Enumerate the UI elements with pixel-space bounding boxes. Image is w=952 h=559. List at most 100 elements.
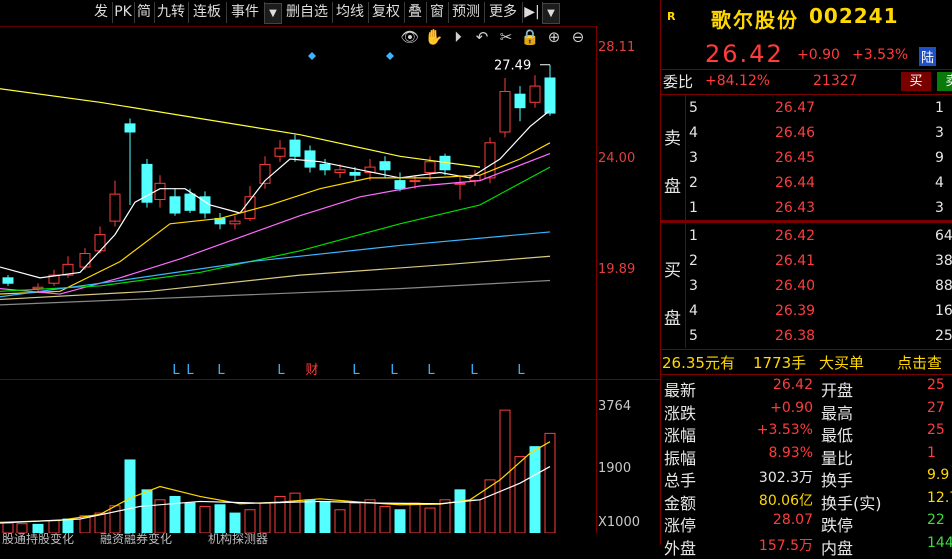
volume-bar — [16, 523, 28, 533]
bottom-tab[interactable]: 机构探测器 — [208, 533, 268, 545]
toolbar-button[interactable]: ▶| — [522, 2, 543, 23]
toolbar-button[interactable]: 窗 — [426, 2, 449, 23]
bid-price[interactable]: 26.39 — [775, 303, 815, 319]
bid-price[interactable]: 26.40 — [775, 278, 815, 294]
candle-body — [409, 180, 421, 183]
volume-bar — [319, 500, 331, 533]
bid-level: 1 — [689, 228, 698, 244]
ask-price[interactable]: 26.46 — [775, 125, 815, 141]
candle-body — [184, 193, 196, 211]
candle-body — [141, 163, 153, 203]
volume-axis-mid: 1900 — [598, 461, 632, 476]
chart-toolbar: 发 PK 简九转 连板 事件 ▼ 删自选 均线 复权叠窗预测 更多 ▶| ▼ — [0, 0, 596, 27]
toolbar-button[interactable]: PK — [112, 2, 135, 23]
volume-bar — [259, 502, 271, 533]
candle-body — [454, 182, 466, 185]
ask-price[interactable]: 26.47 — [775, 100, 815, 116]
volume-bar — [169, 495, 181, 533]
event-markers: LLLL财LLLLL — [172, 363, 525, 378]
event-marker: L — [427, 363, 435, 378]
toolbar-button[interactable]: 事件 — [226, 2, 265, 23]
ask-volume: 4 — [935, 175, 944, 191]
stat-value: 12.7 — [927, 489, 952, 506]
ask-volume: 9 — [935, 150, 944, 166]
sep-2 — [661, 94, 952, 95]
dropdown-arrow-icon[interactable]: ▼ — [264, 3, 282, 24]
candle-body — [319, 163, 331, 171]
bid-side-label: 盘 — [664, 309, 681, 329]
volume-bar — [484, 479, 496, 533]
ma30 — [0, 166, 551, 292]
price-axis-mid: 24.00 — [598, 151, 636, 166]
bottom-tab[interactable]: 股通持股变化 — [2, 533, 74, 545]
stat-value: 22 — [927, 512, 945, 528]
ask-level: 3 — [689, 150, 698, 166]
ask-price[interactable]: 26.43 — [775, 200, 815, 216]
bid-level: 5 — [689, 328, 698, 344]
volume-bars — [0, 409, 556, 533]
sep-3 — [661, 220, 952, 223]
bid-price[interactable]: 26.41 — [775, 253, 815, 269]
toolbar-button[interactable]: 预测 — [448, 2, 485, 23]
candle-body — [394, 180, 406, 190]
volume-bar — [48, 519, 60, 533]
toolbar-button[interactable]: 复权 — [368, 2, 405, 23]
dropdown-arrow-icon[interactable]: ▼ — [542, 3, 560, 24]
stat-label: 最高 — [821, 403, 854, 423]
ask-price[interactable]: 26.45 — [775, 150, 815, 166]
ask-side-label: 卖 — [664, 129, 681, 149]
candle-body — [274, 147, 286, 157]
buy-button[interactable]: 买 — [901, 72, 931, 91]
price-change: +0.90 — [797, 47, 840, 63]
ma-yellow — [0, 88, 481, 168]
volume-bar — [2, 522, 14, 533]
bid-price[interactable]: 26.38 — [775, 328, 815, 344]
stat-value: +3.53% — [756, 422, 813, 438]
candle-body — [424, 161, 436, 174]
big-order-link[interactable]: 点击查 — [897, 352, 942, 373]
volume-bar — [289, 492, 301, 533]
toolbar-button[interactable]: 九转 — [154, 2, 189, 23]
event-marker: 财 — [305, 363, 318, 378]
toolbar-button[interactable]: 更多 — [484, 2, 523, 23]
axis-divider — [596, 26, 597, 533]
bottom-tab[interactable]: 融资融券变化 — [100, 533, 172, 545]
sell-button[interactable]: 卖 — [937, 72, 952, 91]
stat-label: 最低 — [821, 426, 854, 445]
candle-body — [154, 182, 166, 201]
sep-1 — [661, 69, 952, 70]
price-axis-top: 28.11 — [598, 40, 636, 55]
toolbar-button[interactable]: 均线 — [332, 2, 369, 23]
ask-level: 5 — [689, 100, 698, 116]
bid-level: 2 — [689, 253, 698, 269]
stat-value: 27 — [927, 399, 945, 416]
volume-bar — [244, 509, 256, 533]
toolbar-button[interactable]: 连板 — [188, 2, 227, 23]
big-order-label: 大买单 — [819, 354, 865, 372]
kline-chart[interactable]: 27.49 LLLL财LLLLL — [0, 26, 596, 533]
toolbar-button[interactable]: 删自选 — [282, 2, 333, 23]
toolbar-button[interactable]: 简 — [134, 2, 155, 23]
candle-body — [349, 172, 361, 176]
volume-bar — [304, 499, 316, 533]
ask-level: 2 — [689, 175, 698, 191]
high-annotation: 27.49 — [494, 59, 531, 74]
bid-price[interactable]: 26.42 — [775, 228, 815, 244]
candle-body — [379, 161, 391, 171]
quote-panel: R 歌尔股份 002241 26.42 +0.90 +3.53% 陆 委比 +8… — [661, 0, 952, 558]
toolbar-button[interactable]: 叠 — [404, 2, 427, 23]
volume-bar — [334, 509, 346, 533]
candle-body — [109, 193, 121, 222]
price-axis-low: 19.89 — [598, 262, 636, 277]
volume-bar — [409, 502, 421, 533]
toolbar-button[interactable]: 发 — [90, 2, 113, 23]
stat-value: 26.42 — [772, 377, 813, 393]
stat-label: 开盘 — [821, 381, 854, 400]
bid-volume: 16 — [935, 303, 952, 319]
ask-price[interactable]: 26.44 — [775, 175, 815, 191]
bid-side-label: 买 — [664, 261, 681, 281]
ma5 — [0, 109, 551, 279]
volume-bar — [364, 499, 376, 533]
stat-value: 9.9 — [927, 467, 950, 483]
volume-bar — [32, 523, 44, 533]
